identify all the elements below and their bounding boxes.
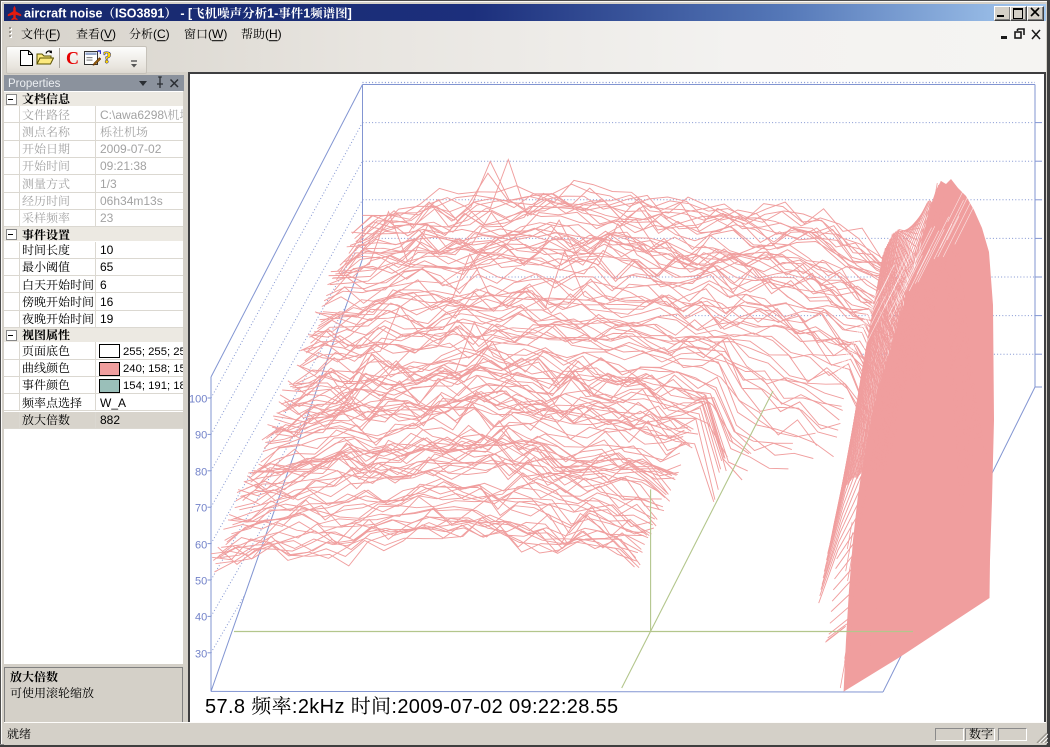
svg-text:1: 1 [303, 6, 310, 20]
svg-text:): ) [224, 27, 228, 41]
svg-text:;: ; [141, 363, 144, 375]
svg-text:C: C [157, 27, 166, 41]
svg-text:0: 0 [480, 696, 491, 718]
svg-text:2: 2 [155, 142, 162, 156]
svg-text:w: w [121, 108, 131, 122]
svg-text:2: 2 [549, 696, 560, 718]
svg-text:0: 0 [201, 648, 207, 660]
svg-text:k: k [309, 696, 320, 718]
svg-text:9: 9 [107, 312, 114, 326]
svg-text::: : [292, 696, 298, 718]
svg-text:W: W [212, 27, 224, 41]
svg-text:1: 1 [157, 6, 164, 20]
svg-text:F: F [49, 27, 56, 41]
svg-text:0: 0 [201, 575, 207, 587]
svg-text:C: C [100, 108, 109, 122]
svg-text:3: 3 [137, 6, 144, 20]
svg-text:?: ? [103, 48, 112, 67]
svg-text:8: 8 [578, 696, 589, 718]
svg-text:5: 5 [607, 696, 618, 718]
svg-text:2: 2 [397, 696, 408, 718]
svg-text:2: 2 [113, 413, 120, 427]
svg-text:W: W [100, 396, 112, 410]
svg-text:;: ; [141, 380, 144, 392]
svg-text:7: 7 [462, 696, 473, 718]
svg-text:5: 5 [596, 696, 607, 718]
svg-text:n: n [70, 6, 78, 20]
svg-text::: : [561, 696, 567, 718]
svg-text:): ) [57, 27, 61, 41]
svg-text:5: 5 [205, 696, 216, 718]
svg-text:s: s [55, 78, 61, 90]
svg-text:2: 2 [567, 696, 578, 718]
svg-text:6: 6 [100, 278, 107, 292]
svg-text:9: 9 [432, 696, 443, 718]
svg-text:0: 0 [201, 466, 207, 478]
svg-text::: : [391, 696, 397, 718]
svg-text:0: 0 [409, 696, 420, 718]
svg-text:-: - [443, 696, 450, 718]
svg-text:2: 2 [492, 696, 503, 718]
svg-text:8: 8 [234, 696, 245, 718]
svg-text:;: ; [166, 363, 169, 375]
svg-text:2: 2 [298, 696, 309, 718]
svg-text:-: - [473, 696, 480, 718]
svg-text:c: c [39, 6, 46, 20]
svg-text:0: 0 [201, 393, 207, 405]
svg-text:H: H [269, 27, 278, 41]
svg-text:[: [ [188, 6, 193, 20]
svg-text:0: 0 [107, 243, 114, 257]
svg-text:): ) [112, 27, 116, 41]
svg-text:S: S [118, 6, 126, 20]
svg-text:0: 0 [201, 502, 207, 514]
svg-text:A: A [118, 396, 126, 410]
svg-text:H: H [320, 696, 334, 718]
svg-text:-: - [180, 6, 184, 20]
svg-text:): ) [278, 27, 282, 41]
svg-text:z: z [334, 696, 344, 718]
svg-text:;: ; [166, 380, 169, 392]
svg-text:9: 9 [150, 6, 157, 20]
svg-text:-: - [274, 6, 278, 20]
svg-text:0: 0 [509, 696, 520, 718]
svg-text:.: . [228, 696, 234, 718]
svg-text:5: 5 [107, 260, 114, 274]
svg-text:.: . [590, 696, 596, 718]
svg-text:3: 3 [107, 211, 114, 225]
svg-text:): ) [165, 27, 169, 41]
svg-text:;: ; [141, 346, 144, 358]
svg-text:m: m [133, 194, 143, 208]
svg-text:]: ] [348, 6, 352, 20]
svg-text:0: 0 [450, 696, 461, 718]
svg-text:3: 3 [110, 177, 117, 191]
svg-text::: : [532, 696, 538, 718]
svg-text:6: 6 [107, 295, 114, 309]
svg-text:9: 9 [521, 696, 532, 718]
svg-text:2: 2 [538, 696, 549, 718]
svg-text:t: t [62, 6, 67, 20]
svg-text:V: V [104, 27, 112, 41]
svg-text:0: 0 [201, 539, 207, 551]
svg-text:O: O [127, 6, 137, 20]
svg-text:s: s [89, 6, 96, 20]
svg-text:;: ; [166, 346, 169, 358]
svg-text:s: s [157, 194, 163, 208]
svg-text:7: 7 [216, 696, 227, 718]
svg-text:0: 0 [201, 430, 207, 442]
svg-text:\: \ [164, 108, 168, 122]
svg-text:8: 8 [143, 6, 150, 20]
svg-text:0: 0 [420, 696, 431, 718]
svg-text:e: e [96, 6, 103, 20]
svg-text:8: 8 [140, 160, 147, 174]
svg-text:1: 1 [267, 6, 274, 20]
svg-text:0: 0 [201, 612, 207, 624]
